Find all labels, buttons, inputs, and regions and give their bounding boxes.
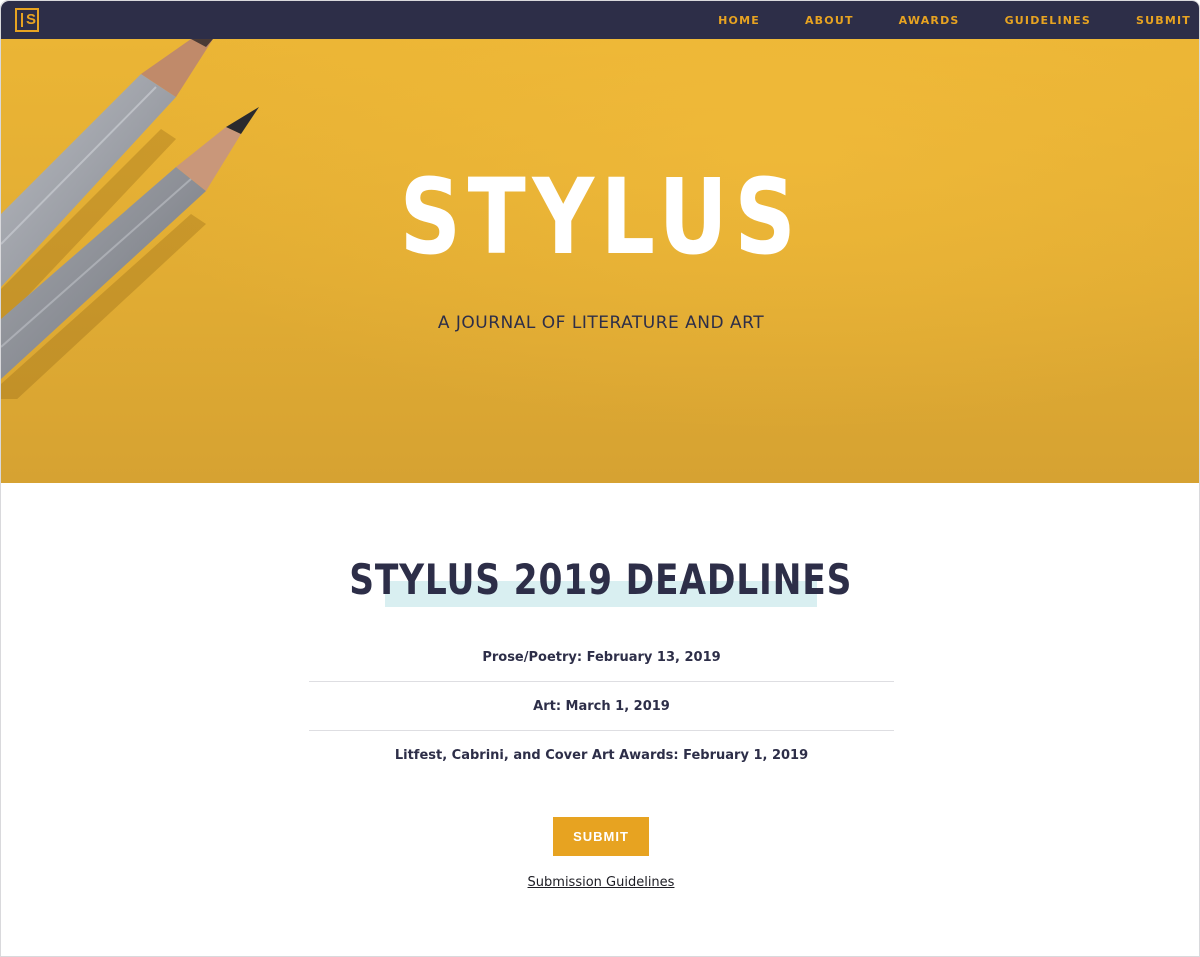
nav-awards-link[interactable]: AWARDS bbox=[899, 14, 960, 27]
logo-bar bbox=[21, 13, 23, 27]
deadline-awards: Litfest, Cabrini, and Cover Art Awards: … bbox=[394, 748, 809, 763]
hero-subtitle: A JOURNAL OF LITERATURE AND ART bbox=[437, 313, 765, 333]
nav-home-link[interactable]: HOME bbox=[718, 14, 760, 27]
nav-links: HOME ABOUT AWARDS GUIDELINES SUBMIT bbox=[673, 1, 1191, 39]
hero-banner: STYLUS A JOURNAL OF LITERATURE AND ART bbox=[1, 39, 1199, 483]
submission-guidelines-link[interactable]: Submission Guidelines bbox=[528, 875, 675, 890]
deadlines-list: Prose/Poetry: February 13, 2019 Art: Mar… bbox=[309, 633, 894, 780]
deadline-prose-poetry: Prose/Poetry: February 13, 2019 bbox=[309, 633, 894, 682]
page: S HOME ABOUT AWARDS GUIDELINES SUBMIT ST… bbox=[0, 0, 1200, 957]
stylus-logo-icon[interactable]: S bbox=[15, 8, 39, 32]
nav-about-link[interactable]: ABOUT bbox=[805, 14, 854, 27]
submit-button[interactable]: SUBMIT bbox=[553, 817, 649, 856]
nav-submit-link[interactable]: SUBMIT bbox=[1136, 14, 1191, 27]
deadline-art: Art: March 1, 2019 bbox=[309, 682, 894, 731]
deadlines-title: STYLUS 2019 DEADLINES bbox=[349, 555, 853, 604]
guidelines-link-wrap: Submission Guidelines bbox=[1, 871, 1199, 890]
nav-guidelines-link[interactable]: GUIDELINES bbox=[1005, 14, 1091, 27]
hero-title: STYLUS bbox=[399, 156, 803, 278]
logo-letter: S bbox=[26, 11, 37, 28]
top-navbar: S HOME ABOUT AWARDS GUIDELINES SUBMIT bbox=[1, 1, 1199, 39]
deadlines-title-wrap: STYLUS 2019 DEADLINES bbox=[1, 554, 1199, 606]
